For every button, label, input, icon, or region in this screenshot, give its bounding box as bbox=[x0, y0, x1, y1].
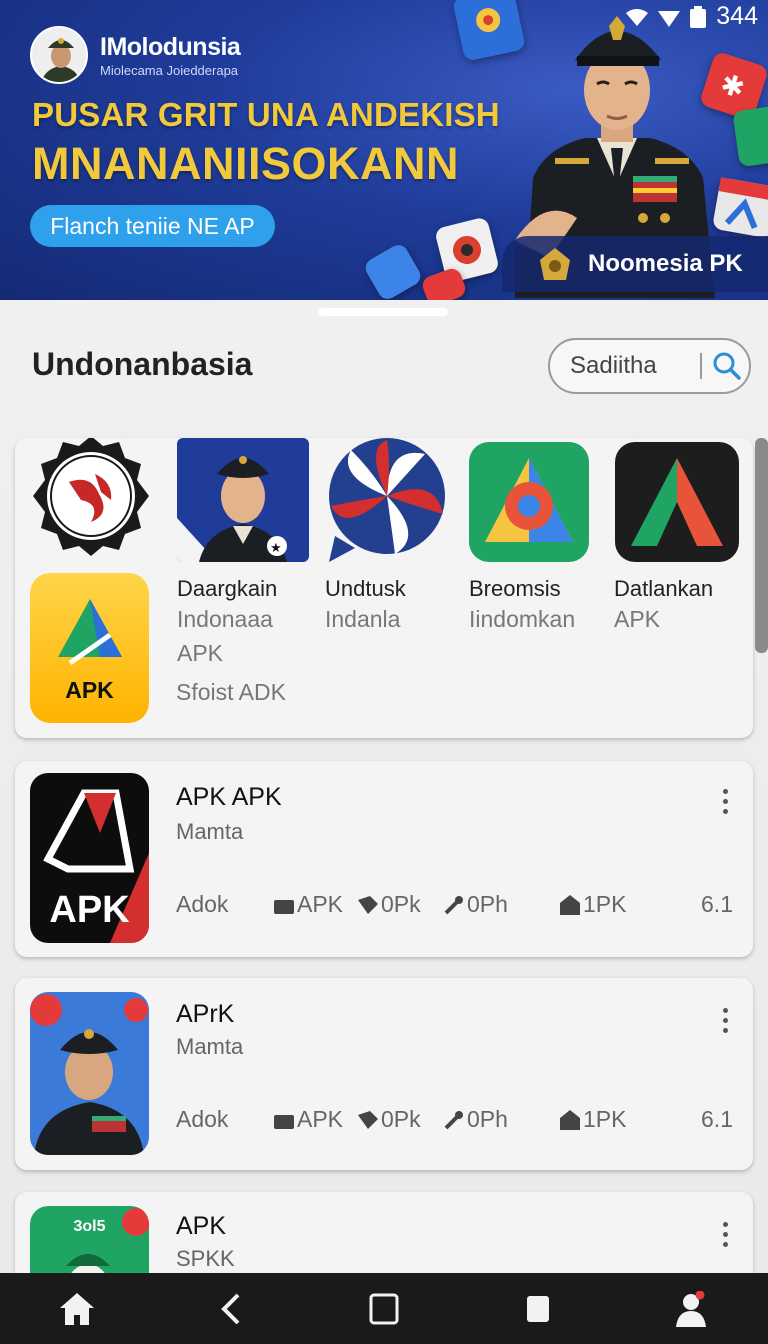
list-item[interactable]: APK APK APK Mamta Adok APK 0Pk 0Ph 1PK 6… bbox=[15, 761, 753, 957]
floating-app-icon bbox=[362, 241, 424, 300]
stat-label: Adok bbox=[176, 891, 229, 917]
app-icon-apk: APK bbox=[30, 773, 149, 943]
grid-app-icon-officer[interactable]: ★ bbox=[177, 438, 309, 562]
list-item-title: APK bbox=[176, 1212, 227, 1240]
nav-square[interactable] bbox=[508, 1284, 568, 1334]
search-input[interactable] bbox=[570, 352, 700, 380]
nav-profile[interactable] bbox=[661, 1284, 721, 1334]
more-options-icon[interactable] bbox=[723, 789, 731, 814]
promo-banner[interactable]: ✱ 344 IMolodunsia Miolecama Joiedderapa … bbox=[0, 0, 768, 300]
stat-size: 0Pk bbox=[358, 1106, 444, 1133]
list-item-stats: Adok APK 0Pk 0Ph 1PK 6.1 bbox=[176, 891, 733, 918]
back-arrow-icon bbox=[221, 1293, 240, 1324]
nav-home[interactable] bbox=[47, 1284, 107, 1334]
stat-rating: 6.1 bbox=[701, 1106, 733, 1132]
search-box[interactable] bbox=[548, 338, 751, 394]
bottom-navigation-bar bbox=[0, 1273, 768, 1344]
stat-size: 0Pk bbox=[358, 891, 444, 918]
stat-version: 0Ph bbox=[444, 891, 560, 918]
nav-back[interactable] bbox=[200, 1284, 260, 1334]
nav-recents[interactable] bbox=[354, 1284, 414, 1334]
list-item[interactable]: APrK Mamta Adok APK 0Pk 0Ph 1PK 6.1 bbox=[15, 978, 753, 1170]
floating-app-icon bbox=[711, 177, 768, 239]
app-icon-officer bbox=[30, 992, 149, 1155]
floating-app-icon bbox=[732, 104, 768, 168]
list-item-title: APK APK bbox=[176, 783, 282, 811]
grid-app-name[interactable]: Daargkain bbox=[177, 576, 277, 602]
grid-app-sub: APK bbox=[614, 606, 661, 632]
stat-downloads: APK bbox=[274, 891, 358, 918]
list-item-title: APrK bbox=[176, 1000, 235, 1028]
stat-label: Adok bbox=[176, 1106, 229, 1132]
grid-app-icon-emblem[interactable] bbox=[29, 438, 153, 558]
app-screen: ✱ 344 IMolodunsia Miolecama Joiedderapa … bbox=[0, 0, 768, 1344]
grid-app-sub: Indanla bbox=[325, 606, 401, 632]
stat-rating-count: 1PK bbox=[560, 891, 688, 918]
svg-text:✱: ✱ bbox=[716, 67, 749, 106]
grid-app-icon-triangle[interactable] bbox=[615, 442, 739, 562]
brand-header: IMolodunsia Miolecama Joiedderapa bbox=[30, 26, 241, 84]
apk-icon-label: APK bbox=[65, 677, 114, 703]
svg-text:★: ★ bbox=[270, 541, 282, 556]
home-icon bbox=[59, 1292, 94, 1325]
list-item-subtitle: SPKK bbox=[176, 1246, 235, 1271]
status-time: 344 bbox=[716, 2, 758, 30]
bag-icon bbox=[274, 1114, 294, 1129]
status-bar: 344 bbox=[626, 2, 758, 31]
grid-app-sub: APK bbox=[177, 640, 224, 666]
sheet-drag-handle[interactable] bbox=[318, 308, 448, 316]
home-shape-icon bbox=[560, 894, 580, 915]
grid-app-icon-swirl[interactable] bbox=[325, 438, 449, 562]
list-item-stats: Adok APK 0Pk 0Ph 1PK 6.1 bbox=[176, 1106, 733, 1133]
wifi-icon bbox=[626, 8, 649, 26]
brand-title: IMolodunsia bbox=[100, 32, 241, 61]
home-shape-icon bbox=[560, 1109, 580, 1130]
bag-icon bbox=[274, 899, 294, 914]
featured-apps-card: ★ APK Daargkain Indonaaa APK Undtusk Ind… bbox=[15, 438, 753, 738]
grid-app-sub: Indonaaa bbox=[177, 606, 273, 632]
tag-icon bbox=[358, 1110, 378, 1129]
search-icon[interactable] bbox=[710, 349, 744, 383]
recents-icon bbox=[369, 1293, 399, 1324]
grid-app-name[interactable]: Datlankan bbox=[614, 576, 713, 602]
battery-icon bbox=[690, 5, 707, 28]
grid-app-icon-colorful[interactable] bbox=[469, 442, 589, 562]
section-title: Undonanbasia bbox=[32, 346, 253, 382]
banner-cta-button[interactable]: Flanch teniie NE AP bbox=[30, 205, 275, 247]
banner-headline-large: MNANANIISOKANN bbox=[32, 138, 459, 189]
emblem-icon bbox=[540, 248, 570, 280]
banner-tag[interactable]: Noomesia PK bbox=[502, 236, 768, 292]
app-icon-label: APK bbox=[49, 889, 130, 931]
avatar bbox=[30, 26, 88, 84]
stat-version: 0Ph bbox=[444, 1106, 560, 1133]
grid-app-sub: Iindomkan bbox=[469, 606, 576, 632]
signal-icon bbox=[658, 10, 681, 27]
list-item-subtitle: Mamta bbox=[176, 1034, 244, 1059]
grid-app-icon-apk[interactable]: APK bbox=[30, 573, 149, 723]
stat-rating-count: 1PK bbox=[560, 1106, 688, 1133]
more-options-icon[interactable] bbox=[723, 1222, 731, 1247]
app-icon-label: 3ol5 bbox=[73, 1218, 106, 1235]
stat-rating: 6.1 bbox=[701, 891, 733, 917]
wrench-icon bbox=[444, 895, 463, 914]
square-icon bbox=[526, 1295, 549, 1322]
profile-icon bbox=[676, 1290, 707, 1327]
scrollbar[interactable] bbox=[755, 438, 768, 653]
list-item-subtitle: Mamta bbox=[176, 819, 244, 844]
grid-app-name[interactable]: Undtusk bbox=[325, 576, 406, 602]
grid-footer-text: Sfoist ADK bbox=[176, 679, 286, 705]
tag-icon bbox=[358, 895, 378, 914]
brand-subtitle: Miolecama Joiedderapa bbox=[100, 62, 239, 78]
more-options-icon[interactable] bbox=[723, 1008, 731, 1033]
banner-tag-label: Noomesia PK bbox=[588, 250, 743, 277]
stat-downloads: APK bbox=[274, 1106, 358, 1133]
wrench-icon bbox=[444, 1110, 463, 1129]
banner-headline: PUSAR GRIT UNA ANDEKISH bbox=[32, 96, 500, 133]
grid-app-name[interactable]: Breomsis bbox=[469, 576, 561, 602]
search-divider bbox=[700, 353, 702, 379]
